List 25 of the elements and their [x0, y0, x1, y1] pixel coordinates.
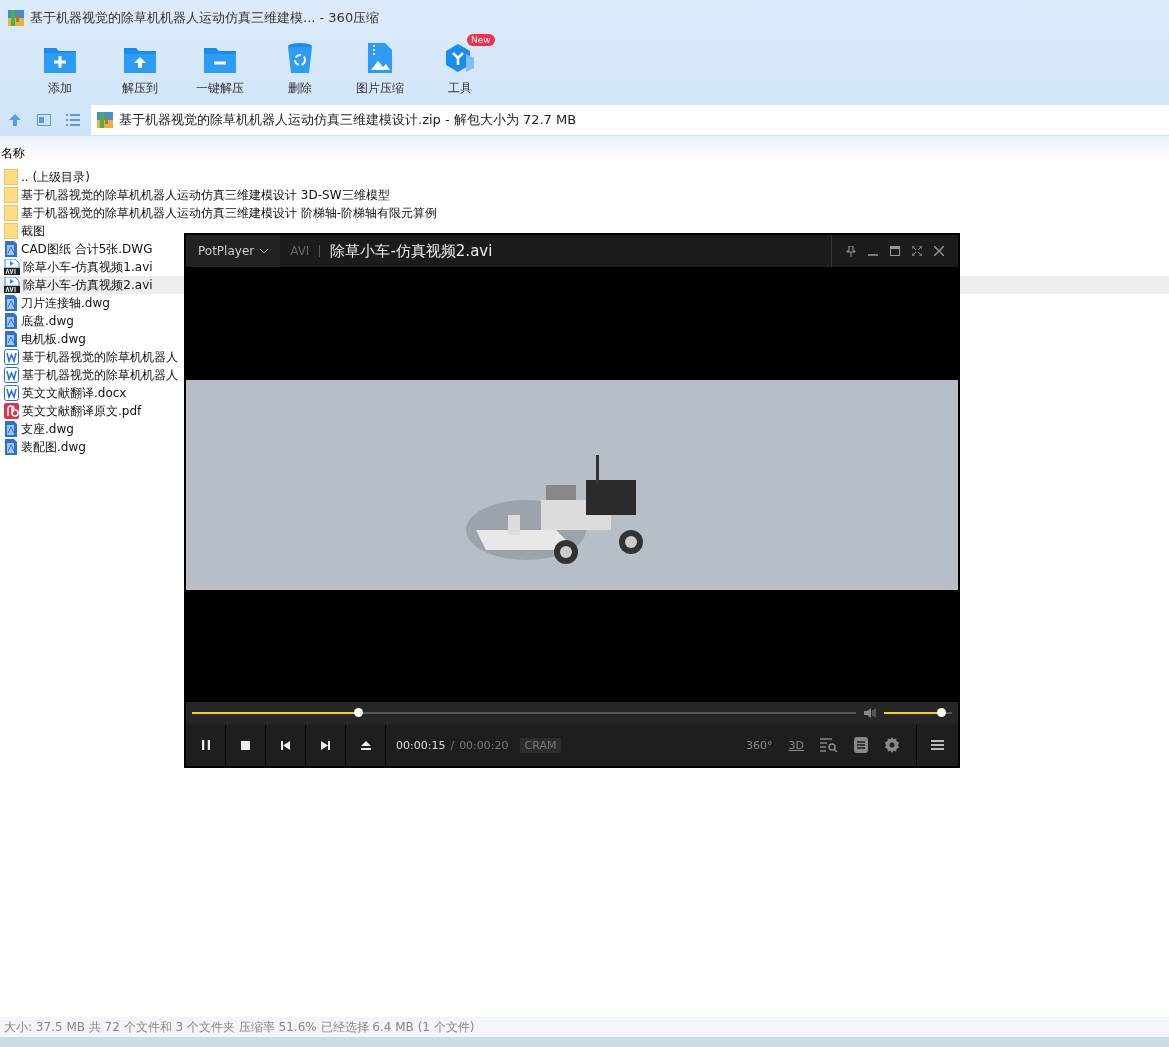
file-name: 基于机器视觉的除草机机器人	[22, 366, 178, 384]
time-separator: /	[450, 738, 455, 752]
file-name: 刀片连接轴.dwg	[21, 294, 110, 312]
new-badge: New	[467, 34, 495, 46]
file-name: 基于机器视觉的除草机机器人运动仿真三维建模设计 阶梯轴-阶梯轴有限元算例	[21, 204, 438, 222]
format-label: AVI	[290, 244, 310, 258]
file-name: 基于机器视觉的除草机机器人	[22, 348, 178, 366]
codec-label: CRAM	[519, 737, 562, 753]
total-time: 00:00:20	[459, 738, 509, 752]
file-name: 英文文献翻译.docx	[22, 384, 127, 402]
file-name: 装配图.dwg	[21, 438, 86, 456]
file-name: 底盘.dwg	[21, 312, 74, 330]
file-name: CAD图纸 合计5张.DWG	[21, 240, 153, 258]
file-name: 支座.dwg	[21, 420, 74, 438]
file-name: 除草小车-仿真视频2.avi	[23, 276, 153, 294]
file-name: 基于机器视觉的除草机机器人运动仿真三维建模设计 3D-SW三维模型	[21, 186, 390, 204]
file-name: 截图	[21, 222, 45, 240]
file-name: .. (上级目录)	[21, 168, 90, 186]
window-title: 基于机器视觉的除草机机器人运动仿真三维建模... - 360压缩	[30, 9, 380, 27]
file-name: 电机板.dwg	[21, 330, 86, 348]
video-title: 除草小车-仿真视频2.avi	[330, 241, 494, 261]
current-time: 00:00:15	[396, 738, 446, 752]
file-name: 除草小车-仿真视频1.avi	[23, 258, 153, 276]
file-name: 英文文献翻译原文.pdf	[22, 402, 142, 420]
status-bar: 大小: 37.5 MB 共 72 个文件和 3 个文件夹 压缩率 51.6% 已经选择 6.4 MB (1 个文件)	[0, 1017, 1169, 1037]
